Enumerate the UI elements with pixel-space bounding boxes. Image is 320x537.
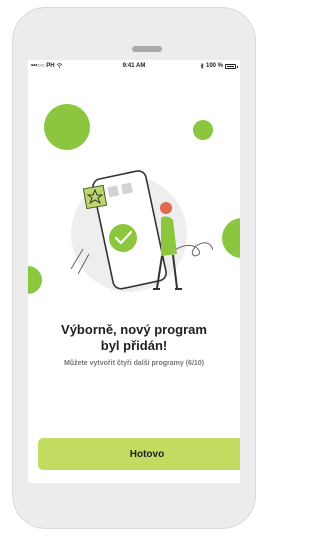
title-line-1: Výborně, nový program xyxy=(61,322,207,337)
title-line-2: byl přidán! xyxy=(100,338,168,353)
success-subtitle: Můžete vytvořit čtyři další programy (6/… xyxy=(63,360,205,367)
phone-speaker xyxy=(132,46,162,52)
app-screen: •••○○ PH 9:41 AM 100 % Výborně, nový pro… xyxy=(28,60,240,483)
decor-circle-left xyxy=(28,266,42,294)
success-illustration xyxy=(70,170,213,292)
battery-label: 100 % xyxy=(205,63,223,69)
status-bar: •••○○ PH 9:41 AM 100 % xyxy=(28,60,240,74)
status-right: 100 % xyxy=(200,63,238,69)
decor-circle-small xyxy=(193,120,213,140)
battery-icon xyxy=(225,63,238,69)
done-button[interactable]: Hotovo xyxy=(38,438,240,470)
success-title: Výborně, nový program byl přidán! xyxy=(28,322,240,354)
decor-circle-large xyxy=(44,104,90,150)
decor-circle-right xyxy=(222,218,240,258)
check-circle xyxy=(109,224,137,252)
bluetooth-icon xyxy=(200,63,204,69)
